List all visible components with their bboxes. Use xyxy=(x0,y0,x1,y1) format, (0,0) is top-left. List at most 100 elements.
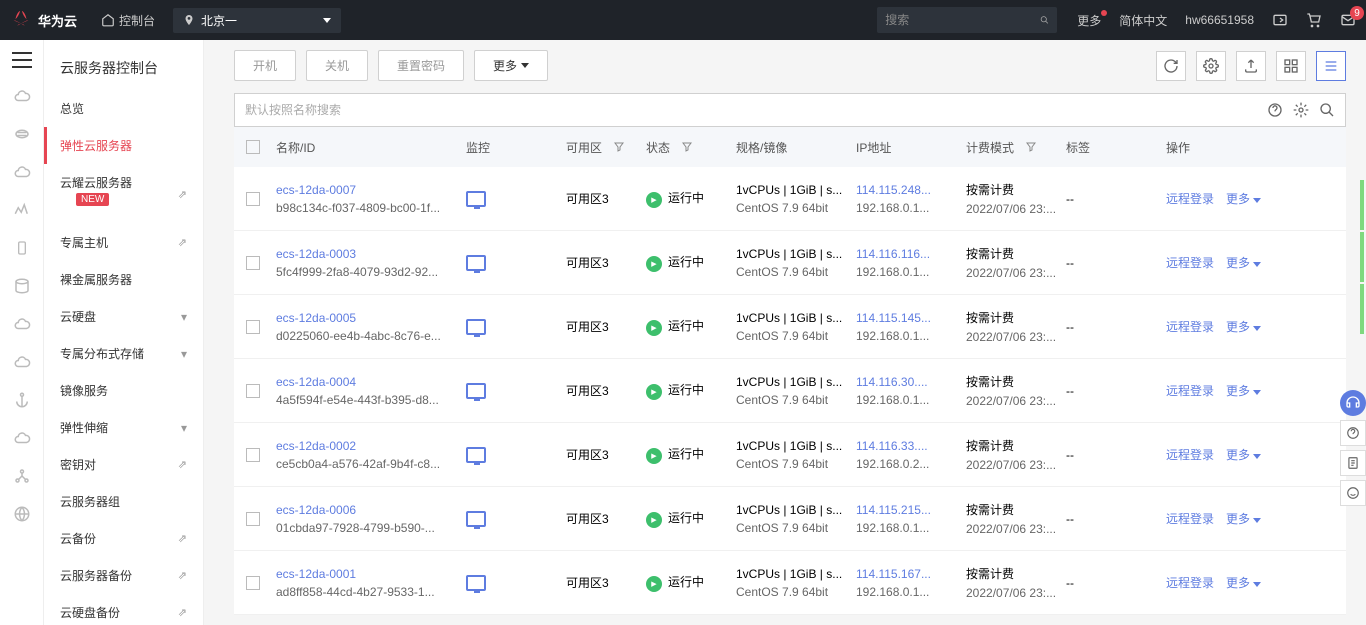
stop-button[interactable]: 关机 xyxy=(306,50,368,81)
public-ip-link[interactable]: 114.115.215... xyxy=(856,503,966,517)
rail-download-icon[interactable] xyxy=(12,314,32,334)
sidebar-item[interactable]: 云硬盘▾ xyxy=(44,298,203,335)
rail-cloud2-icon[interactable] xyxy=(12,352,32,372)
global-search[interactable] xyxy=(877,7,1057,33)
row-checkbox[interactable] xyxy=(246,512,260,526)
rail-server-icon[interactable] xyxy=(12,162,32,182)
rail-anchor-icon[interactable] xyxy=(12,390,32,410)
select-all-checkbox[interactable] xyxy=(246,140,260,154)
row-more-link[interactable]: 更多 xyxy=(1226,254,1261,271)
col-action[interactable]: 操作 xyxy=(1166,139,1334,156)
rail-globe-icon[interactable] xyxy=(12,504,32,524)
public-ip-link[interactable]: 114.115.145... xyxy=(856,311,966,325)
console-link[interactable]: 控制台 xyxy=(89,12,167,29)
instance-name-link[interactable]: ecs-12da-0001 xyxy=(276,567,466,581)
search-icon[interactable] xyxy=(1040,13,1049,27)
sidebar-item[interactable]: 云服务器备份⇗ xyxy=(44,557,203,594)
instance-name-link[interactable]: ecs-12da-0006 xyxy=(276,503,466,517)
start-button[interactable]: 开机 xyxy=(234,50,296,81)
brand-logo[interactable]: 华为云 xyxy=(10,9,89,31)
sidebar-item[interactable]: 云服务器组 xyxy=(44,483,203,520)
public-ip-link[interactable]: 114.116.30.... xyxy=(856,375,966,389)
row-checkbox[interactable] xyxy=(246,256,260,270)
monitor-icon[interactable] xyxy=(466,383,486,399)
console-share-icon[interactable] xyxy=(1272,12,1288,28)
row-checkbox[interactable] xyxy=(246,320,260,334)
public-ip-link[interactable]: 114.115.248... xyxy=(856,183,966,197)
col-billing[interactable]: 计费模式 xyxy=(966,139,1066,156)
rail-network-icon[interactable] xyxy=(12,466,32,486)
col-status[interactable]: 状态 xyxy=(646,139,736,156)
mail-icon[interactable]: 9 xyxy=(1340,12,1356,28)
instance-name-link[interactable]: ecs-12da-0004 xyxy=(276,375,466,389)
rail-db-icon[interactable] xyxy=(12,428,32,448)
language-selector[interactable]: 简体中文 xyxy=(1119,12,1167,29)
row-checkbox[interactable] xyxy=(246,576,260,590)
row-more-link[interactable]: 更多 xyxy=(1226,574,1261,591)
monitor-icon[interactable] xyxy=(466,319,486,335)
cart-icon[interactable] xyxy=(1306,12,1322,28)
sidebar-item[interactable]: 密钥对⇗ xyxy=(44,446,203,483)
rail-ecs-icon[interactable] xyxy=(12,124,32,144)
more-link[interactable]: 更多 xyxy=(1077,12,1101,29)
help-icon[interactable] xyxy=(1340,420,1366,446)
public-ip-link[interactable]: 114.116.33.... xyxy=(856,439,966,453)
public-ip-link[interactable]: 114.116.116... xyxy=(856,247,966,261)
remote-login-link[interactable]: 远程登录 xyxy=(1166,446,1214,463)
row-more-link[interactable]: 更多 xyxy=(1226,446,1261,463)
grid-view-button[interactable] xyxy=(1276,51,1306,81)
list-view-button[interactable] xyxy=(1316,51,1346,81)
rail-phone-icon[interactable] xyxy=(12,238,32,258)
row-more-link[interactable]: 更多 xyxy=(1226,510,1261,527)
column-settings-icon[interactable] xyxy=(1293,102,1309,118)
settings-button[interactable] xyxy=(1196,51,1226,81)
sidebar-item[interactable]: 总览 xyxy=(44,90,203,127)
monitor-icon[interactable] xyxy=(466,447,486,463)
rail-monitor-icon[interactable] xyxy=(12,200,32,220)
row-more-link[interactable]: 更多 xyxy=(1226,190,1261,207)
instance-name-link[interactable]: ecs-12da-0007 xyxy=(276,183,466,197)
sidebar-item[interactable]: 弹性伸缩▾ xyxy=(44,409,203,446)
rail-storage-icon[interactable] xyxy=(12,276,32,296)
col-name[interactable]: 名称/ID xyxy=(276,139,466,156)
feedback-icon[interactable] xyxy=(1340,480,1366,506)
row-checkbox[interactable] xyxy=(246,192,260,206)
sidebar-item[interactable]: 裸金属服务器 xyxy=(44,261,203,298)
public-ip-link[interactable]: 114.115.167... xyxy=(856,567,966,581)
col-tag[interactable]: 标签 xyxy=(1066,139,1166,156)
monitor-icon[interactable] xyxy=(466,191,486,207)
row-more-link[interactable]: 更多 xyxy=(1226,318,1261,335)
region-selector[interactable]: 北京一 xyxy=(173,8,341,33)
monitor-icon[interactable] xyxy=(466,511,486,527)
col-spec[interactable]: 规格/镜像 xyxy=(736,139,856,156)
sidebar-item[interactable]: 云备份⇗ xyxy=(44,520,203,557)
col-monitor[interactable]: 监控 xyxy=(466,139,566,156)
row-more-link[interactable]: 更多 xyxy=(1226,382,1261,399)
menu-toggle-icon[interactable] xyxy=(12,52,32,68)
instance-name-link[interactable]: ecs-12da-0005 xyxy=(276,311,466,325)
instance-name-link[interactable]: ecs-12da-0003 xyxy=(276,247,466,261)
refresh-button[interactable] xyxy=(1156,51,1186,81)
sidebar-item[interactable]: 镜像服务 xyxy=(44,372,203,409)
monitor-icon[interactable] xyxy=(466,575,486,591)
row-checkbox[interactable] xyxy=(246,384,260,398)
help-icon[interactable] xyxy=(1267,102,1283,118)
export-button[interactable] xyxy=(1236,51,1266,81)
doc-icon[interactable] xyxy=(1340,450,1366,476)
sidebar-item[interactable]: 云耀云服务器NEW⇗ xyxy=(44,164,203,224)
row-checkbox[interactable] xyxy=(246,448,260,462)
sidebar-item[interactable]: 弹性云服务器 xyxy=(44,127,203,164)
remote-login-link[interactable]: 远程登录 xyxy=(1166,574,1214,591)
support-icon[interactable] xyxy=(1340,390,1366,416)
remote-login-link[interactable]: 远程登录 xyxy=(1166,190,1214,207)
more-actions-button[interactable]: 更多 xyxy=(474,50,548,81)
reset-password-button[interactable]: 重置密码 xyxy=(378,50,464,81)
remote-login-link[interactable]: 远程登录 xyxy=(1166,318,1214,335)
col-zone[interactable]: 可用区 xyxy=(566,139,646,156)
col-ip[interactable]: IP地址 xyxy=(856,139,966,156)
search-action-icon[interactable] xyxy=(1319,102,1335,118)
remote-login-link[interactable]: 远程登录 xyxy=(1166,382,1214,399)
sidebar-item[interactable]: 云硬盘备份⇗ xyxy=(44,594,203,625)
sidebar-item[interactable]: 专属主机⇗ xyxy=(44,224,203,261)
instance-name-link[interactable]: ecs-12da-0002 xyxy=(276,439,466,453)
